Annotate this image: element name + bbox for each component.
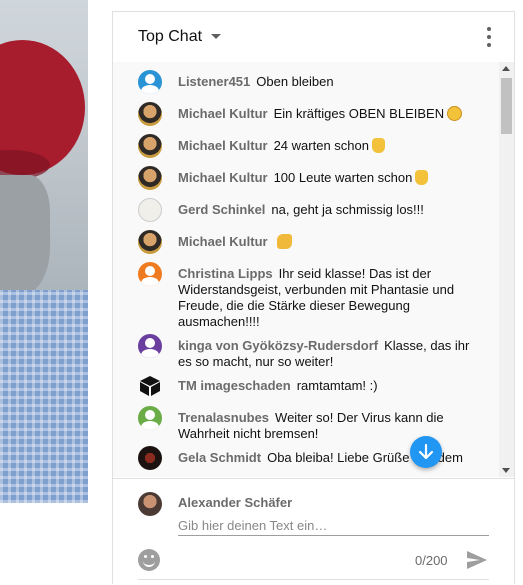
smiling-face-emoji-icon [447, 106, 463, 121]
chat-message: Listener451 Oben bleiben [138, 70, 483, 94]
composer-user-name: Alexander Schäfer [178, 495, 293, 510]
avatar[interactable] [138, 134, 162, 158]
message-author[interactable]: Gerd Schinkel [178, 202, 265, 217]
message-author[interactable]: Listener451 [178, 74, 250, 89]
live-chat-panel: Top Chat Listener451 Oben bleiben Michael… [112, 11, 515, 585]
cube-icon [140, 376, 160, 396]
divider [138, 579, 489, 580]
avatar[interactable] [138, 198, 162, 222]
chat-title: Top Chat [138, 27, 203, 45]
chat-message: Michael Kultur 24 warten schon [138, 134, 483, 158]
avatar[interactable] [138, 166, 162, 190]
chat-message: TM imageschaden ramtamtam! :) [138, 374, 483, 396]
chat-composer: Alexander Schäfer 0/200 [113, 478, 514, 585]
avatar[interactable] [138, 406, 162, 430]
message-text: 24 warten schon [273, 138, 369, 153]
avatar[interactable] [138, 446, 162, 470]
video-player[interactable] [0, 0, 88, 503]
message-author[interactable]: Gela Schmidt [178, 450, 261, 465]
scroll-to-bottom-button[interactable] [410, 436, 442, 468]
emoji-picker-icon[interactable] [138, 549, 160, 571]
send-icon [467, 551, 487, 569]
send-button[interactable] [465, 549, 489, 576]
chat-header: Top Chat [113, 12, 514, 61]
message-author[interactable]: Michael Kultur [178, 234, 268, 249]
chat-mode-dropdown[interactable]: Top Chat [138, 27, 222, 46]
chat-message: Michael Kultur 100 Leute warten schon [138, 166, 483, 190]
message-author[interactable]: Michael Kultur [178, 106, 268, 121]
scroll-up-icon[interactable] [502, 66, 510, 71]
message-author[interactable]: kinga von Gyöközsy-Rudersdorf [178, 338, 378, 353]
message-text: Ein kräftiges OBEN BLEIBEN [273, 106, 445, 121]
scroll-down-icon[interactable] [502, 468, 510, 473]
thumbs-up-emoji-icon [415, 170, 429, 185]
chat-message: Gerd Schinkel na, geht ja schmissig los!!… [138, 198, 483, 222]
message-author[interactable]: Michael Kultur [178, 170, 268, 185]
avatar[interactable] [138, 70, 162, 94]
avatar[interactable] [138, 374, 162, 398]
chat-message: Michael Kultur [138, 230, 483, 254]
video-frame-face [0, 175, 50, 295]
chat-message: kinga von Gyöközsy-Rudersdorf Klasse, das… [138, 334, 483, 370]
avatar[interactable] [138, 230, 162, 254]
avatar[interactable] [138, 102, 162, 126]
chat-message-list[interactable]: Listener451 Oben bleiben Michael Kultur Ei… [113, 62, 499, 477]
video-frame-shirt [0, 290, 88, 503]
avatar[interactable] [138, 262, 162, 286]
arrow-down-icon [418, 443, 434, 460]
chat-message: Christina Lipps Ihr seid klasse! Das ist … [138, 262, 483, 330]
chat-scrollbar[interactable] [499, 62, 514, 477]
scrollbar-thumb[interactable] [501, 78, 512, 134]
message-text: Oben bleiben [256, 74, 334, 89]
caret-down-icon [211, 34, 222, 39]
message-author[interactable]: Michael Kultur [178, 138, 268, 153]
avatar[interactable] [138, 334, 162, 358]
message-author[interactable]: Trenalasnubes [178, 410, 269, 425]
clapping-hands-emoji-icon [276, 234, 292, 249]
message-text: 100 Leute warten schon [273, 170, 413, 185]
chat-message: Michael Kultur Ein kräftiges OBEN BLEIBEN [138, 102, 483, 126]
thumbs-up-emoji-icon [371, 138, 385, 153]
message-text: na, geht ja schmissig los!!! [271, 202, 424, 217]
character-counter: 0/200 [415, 553, 448, 568]
avatar [138, 492, 162, 516]
message-author[interactable]: TM imageschaden [178, 378, 291, 393]
message-author[interactable]: Christina Lipps [178, 266, 273, 281]
message-text: ramtamtam! :) [296, 378, 378, 393]
more-options-icon[interactable] [486, 27, 492, 47]
chat-message-input[interactable] [178, 515, 489, 536]
